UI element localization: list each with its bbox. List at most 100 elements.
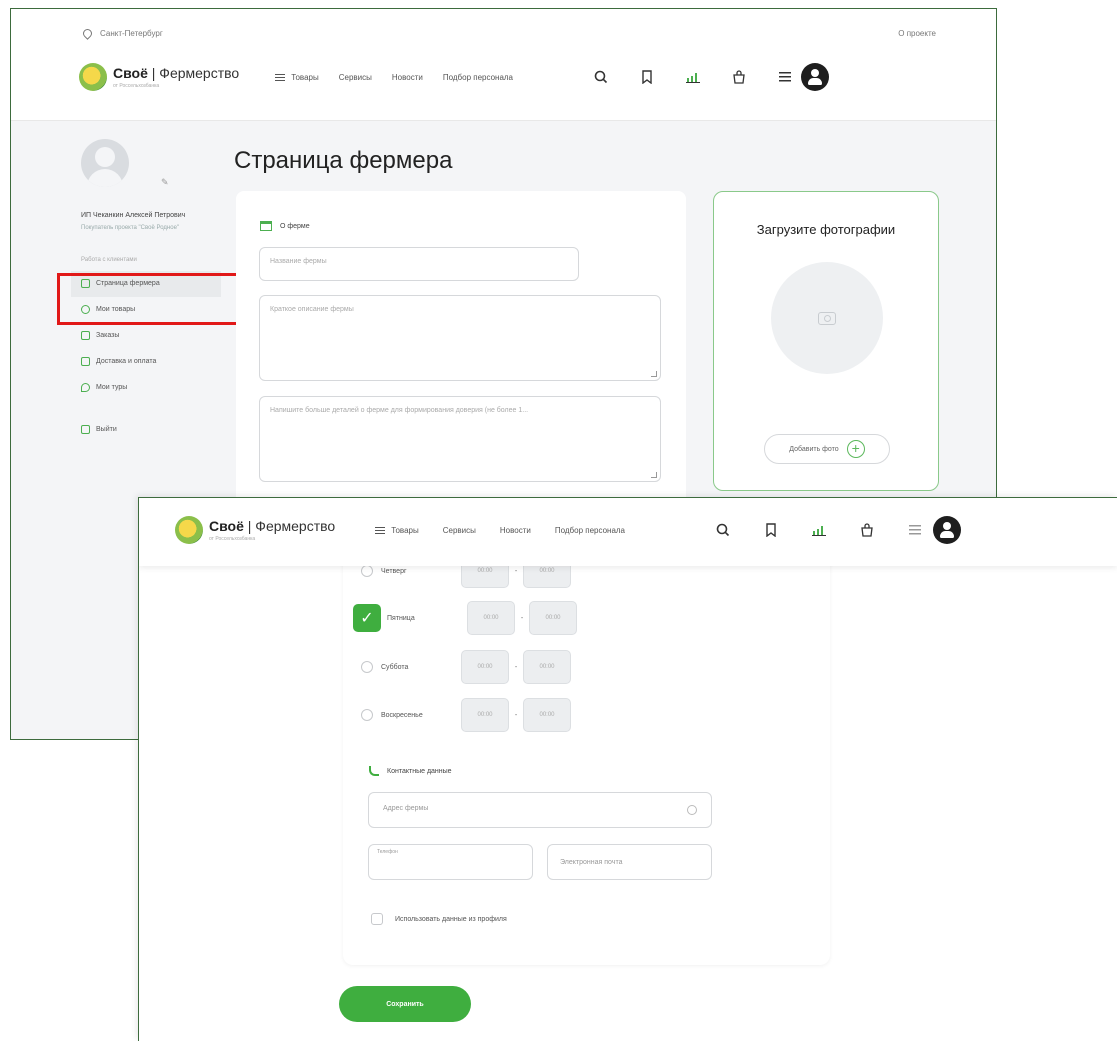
logo-brand-light: Фермерство [255, 518, 336, 534]
stats-icon[interactable] [811, 522, 827, 538]
schedule-row-sunday: Воскресенье 00:00 - 00:00 [361, 698, 571, 732]
time-to-input[interactable]: 00:00 [523, 650, 571, 684]
bookmark-icon[interactable] [763, 522, 779, 538]
email-input[interactable]: Электронная почта [547, 844, 712, 880]
time-from-input[interactable]: 00:00 [467, 601, 515, 635]
site-header: Санкт-Петербург О проекте Своё | Фермерс… [11, 9, 996, 121]
day-checkbox[interactable] [361, 709, 373, 721]
time-from-input[interactable]: 00:00 [461, 650, 509, 684]
nav-news[interactable]: Новости [392, 73, 423, 82]
stats-icon[interactable] [685, 69, 701, 85]
logo-tagline: от Россельхозбанка [209, 536, 256, 542]
tours-icon [81, 383, 90, 393]
resize-handle-icon[interactable] [651, 371, 657, 377]
user-avatar-icon[interactable] [801, 63, 830, 91]
logo-mark-icon [175, 516, 203, 544]
user-avatar-icon[interactable] [933, 516, 962, 544]
farmer-page-screenshot-bottom: Своё | Фермерство от Россельхозбанка Тов… [138, 497, 1117, 1041]
search-icon[interactable] [593, 69, 609, 85]
phone-label: Телефон [377, 849, 398, 855]
basket-icon[interactable] [859, 522, 875, 538]
day-checkbox[interactable] [361, 661, 373, 673]
city-label: Санкт-Петербург [100, 29, 163, 38]
burger-menu-icon [275, 73, 286, 81]
farm-details-textarea[interactable]: Напишите больше деталей о ферме для форм… [259, 396, 661, 482]
use-profile-data-row[interactable]: Использовать данные из профиля [371, 913, 507, 925]
contacts-header: Контактные данные [369, 766, 452, 776]
short-description-textarea[interactable]: Краткое описание фермы [259, 295, 661, 381]
nav-hiring[interactable]: Подбор персонала [443, 73, 513, 82]
grid-menu-icon[interactable] [907, 522, 923, 538]
page-title: Страница фермера [234, 147, 453, 174]
photo-upload-card: Загрузите фотографии Добавить фото + [713, 191, 939, 491]
use-profile-checkbox[interactable] [371, 913, 383, 925]
bookmark-icon[interactable] [639, 69, 655, 85]
info-icon[interactable] [687, 805, 697, 815]
day-name: Пятница [387, 614, 415, 622]
logo-brand-bold: Своё [113, 65, 148, 81]
edit-icon[interactable]: ✎ [161, 177, 169, 188]
search-icon[interactable] [715, 522, 731, 538]
profile-name: ИП Чеканкин Алексей Петрович [81, 212, 186, 219]
add-photo-button[interactable]: Добавить фото + [764, 434, 890, 464]
phone-input[interactable]: Телефон [368, 844, 533, 880]
logout-icon [81, 425, 90, 435]
location-pin-icon [81, 27, 94, 40]
time-to-input[interactable]: 00:00 [529, 601, 577, 635]
day-name: Суббота [381, 663, 409, 671]
nav-goods[interactable]: Товары [275, 73, 319, 82]
nav-goods[interactable]: Товары [375, 526, 419, 535]
nav-news[interactable]: Новости [500, 526, 531, 535]
plus-icon: + [846, 440, 865, 458]
nav-services[interactable]: Сервисы [339, 73, 372, 82]
logo-brand-light: Фермерство [159, 65, 240, 81]
delivery-icon [81, 357, 90, 367]
logo-mark-icon [79, 63, 107, 91]
main-nav: Товары Сервисы Новости Подбор персонала [375, 526, 625, 535]
burger-menu-icon [375, 526, 386, 534]
photo-upload-title: Загрузите фотографии [756, 222, 896, 237]
schedule-row-saturday: Суббота 00:00 - 00:00 [361, 650, 571, 684]
about-farm-title: О ферме [280, 222, 310, 230]
contacts-title: Контактные данные [387, 767, 452, 775]
sidebar-item-tours[interactable]: Мои туры [71, 375, 221, 401]
camera-icon [818, 311, 836, 325]
logo[interactable]: Своё | Фермерство от Россельхозбанка [79, 63, 239, 91]
nav-hiring[interactable]: Подбор персонала [555, 526, 625, 535]
use-profile-label: Использовать данные из профиля [395, 915, 507, 923]
nav-services[interactable]: Сервисы [443, 526, 476, 535]
main-nav: Товары Сервисы Новости Подбор персонала [275, 73, 513, 82]
logo-tagline: от Россельхозбанка [113, 83, 160, 89]
about-farm-header: О ферме [260, 221, 310, 231]
highlight-annotation-box [57, 273, 251, 325]
main-header: Своё | Фермерство от Россельхозбанка Тов… [79, 63, 959, 91]
logo-brand-bold: Своё [209, 518, 244, 534]
time-to-input[interactable]: 00:00 [523, 698, 571, 732]
farm-address-input[interactable]: Адрес фермы [368, 792, 712, 828]
logout-button[interactable]: Выйти [71, 417, 221, 443]
city-selector[interactable]: Санкт-Петербург [81, 27, 163, 40]
day-checkbox-checked[interactable]: ✓ [353, 604, 381, 632]
time-from-input[interactable]: 00:00 [461, 698, 509, 732]
sidebar-item-orders[interactable]: Заказы [71, 323, 221, 349]
header-icons [715, 516, 962, 544]
schedule-row-friday: ✓ Пятница 00:00 - 00:00 [353, 601, 577, 635]
farm-name-input[interactable]: Название фермы [259, 247, 579, 281]
grid-menu-icon[interactable] [777, 69, 793, 85]
main-header: Своё | Фермерство от Россельхозбанка Тов… [175, 516, 1105, 544]
sticky-header: Своё | Фермерство от Россельхозбанка Тов… [139, 498, 1117, 566]
photo-dropzone[interactable] [771, 262, 883, 374]
resize-handle-icon[interactable] [651, 472, 657, 478]
profile-avatar[interactable] [81, 139, 129, 187]
day-name: Четверг [381, 567, 407, 575]
sidebar-item-delivery[interactable]: Доставка и оплата [71, 349, 221, 375]
day-checkbox[interactable] [361, 565, 373, 577]
sidebar-section-title: Работа с клиентами [81, 256, 137, 263]
basket-icon[interactable] [731, 69, 747, 85]
day-name: Воскресенье [381, 711, 423, 719]
shop-icon [260, 221, 272, 231]
about-project-link[interactable]: О проекте [898, 29, 936, 38]
logo[interactable]: Своё | Фермерство от Россельхозбанка [175, 516, 335, 544]
phone-icon [369, 766, 379, 776]
save-button[interactable]: Сохранить [339, 986, 471, 1022]
